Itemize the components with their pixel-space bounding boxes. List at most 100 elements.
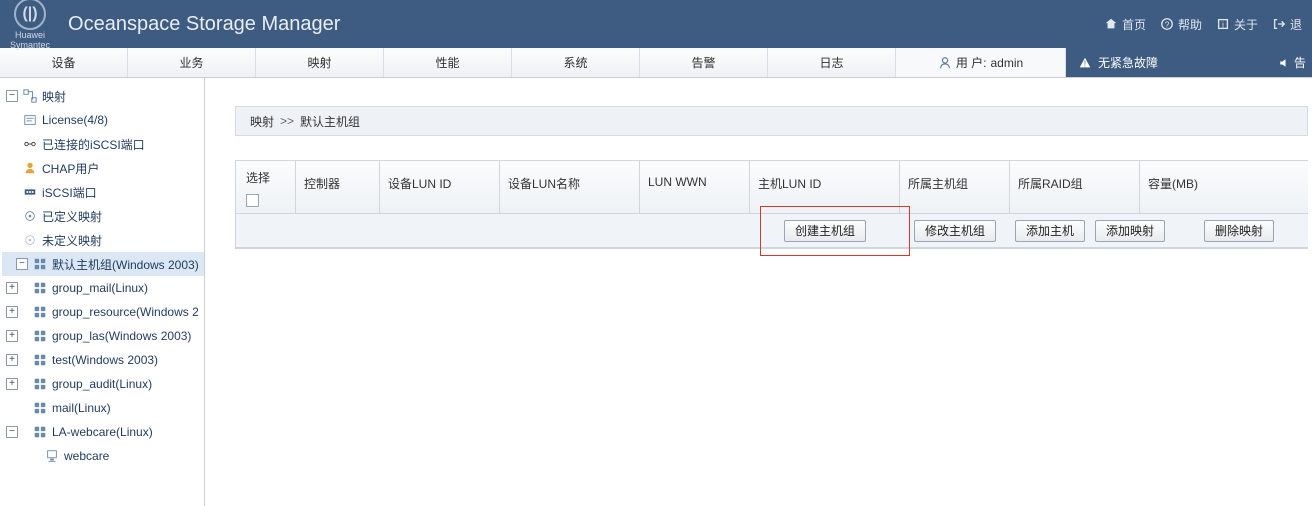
tree-icon <box>22 88 38 104</box>
col-select-label: 选择 <box>246 169 270 186</box>
map-defined-icon <box>22 208 38 224</box>
menu-performance[interactable]: 性能 <box>384 48 512 77</box>
col-lun-wwn[interactable]: LUN WWN <box>640 161 750 213</box>
menu-alert-sound[interactable]: 告 <box>1272 48 1312 77</box>
tree-item-iscsi-port[interactable]: iSCSI端口 <box>2 180 204 204</box>
nav-logout-label: 退 <box>1290 16 1302 33</box>
tree-item-license[interactable]: License(4/8) <box>2 108 204 132</box>
menu-user[interactable]: 用 户:admin <box>896 48 1066 77</box>
expand-blank <box>6 402 18 414</box>
nav-home-label: 首页 <box>1122 16 1146 33</box>
collapse-icon[interactable]: − <box>6 90 18 102</box>
table-action-row: 创建主机组 修改主机组 添加主机 添加映射 删除映射 <box>236 214 1308 248</box>
hostgroup-icon <box>32 328 48 344</box>
nav-tree: − 映射 License(4/8) 已连接的iSCSI端口 CHAP用户 iSC… <box>0 78 204 474</box>
tree-label: 已定义映射 <box>42 208 102 225</box>
hostgroup-icon <box>32 352 48 368</box>
user-icon <box>938 56 952 70</box>
menu-log[interactable]: 日志 <box>768 48 896 77</box>
breadcrumb-root[interactable]: 映射 <box>250 113 274 130</box>
user-prefix: 用 户: <box>956 54 987 71</box>
tree-item-defined-map[interactable]: 已定义映射 <box>2 204 204 228</box>
col-dev-lun-name[interactable]: 设备LUN名称 <box>500 161 640 213</box>
tree-group-resource[interactable]: + group_resource(Windows 2 <box>2 300 204 324</box>
hostgroup-icon <box>32 256 48 272</box>
alert-text: 无紧急故障 <box>1098 54 1158 71</box>
tree-group-mail2[interactable]: mail(Linux) <box>2 396 204 420</box>
menu-system[interactable]: 系统 <box>512 48 640 77</box>
help-icon: ? <box>1160 17 1174 31</box>
hostgroup-icon <box>32 304 48 320</box>
port-icon <box>22 184 38 200</box>
tree-host-webcare[interactable]: webcare <box>2 444 204 468</box>
tree-label: iSCSI端口 <box>42 184 97 201</box>
nav-about-label: 关于 <box>1234 16 1258 33</box>
tree-label: test(Windows 2003) <box>52 353 158 367</box>
user-name: admin <box>990 56 1023 70</box>
tree-group-las[interactable]: + group_las(Windows 2003) <box>2 324 204 348</box>
tree-group-mail[interactable]: + group_mail(Linux) <box>2 276 204 300</box>
nav-help-label: 帮助 <box>1178 16 1202 33</box>
menu-mapping[interactable]: 映射 <box>256 48 384 77</box>
nav-help[interactable]: ? 帮助 <box>1160 16 1202 33</box>
expand-icon[interactable]: + <box>6 378 18 390</box>
col-controller[interactable]: 控制器 <box>296 161 380 213</box>
tree-group-webcare[interactable]: − LA-webcare(Linux) <box>2 420 204 444</box>
sound-icon <box>1278 57 1290 69</box>
brand-logo: (|) HuaweiSymantec <box>10 0 50 50</box>
tree-group-default[interactable]: − 默认主机组(Windows 2003) <box>2 252 204 276</box>
tree-root-mapping[interactable]: − 映射 <box>2 84 204 108</box>
svg-text:i: i <box>1222 21 1224 30</box>
tree-label: LA-webcare(Linux) <box>52 425 153 439</box>
add-host-button[interactable]: 添加主机 <box>1015 220 1085 242</box>
main-area: − 映射 License(4/8) 已连接的iSCSI端口 CHAP用户 iSC… <box>0 78 1312 506</box>
col-capacity[interactable]: 容量(MB) <box>1140 161 1308 213</box>
tree-group-test[interactable]: + test(Windows 2003) <box>2 348 204 372</box>
col-raid-group[interactable]: 所属RAID组 <box>1010 161 1140 213</box>
tree-label: mail(Linux) <box>52 401 111 415</box>
alert2-text: 告 <box>1294 54 1306 71</box>
expand-icon[interactable]: + <box>6 282 18 294</box>
hostgroup-icon <box>32 376 48 392</box>
tree-root-label: 映射 <box>42 88 66 105</box>
lun-table: 选择 控制器 设备LUN ID 设备LUN名称 LUN WWN 主机LUN ID… <box>235 160 1308 249</box>
tree-label: License(4/8) <box>42 113 108 127</box>
tree-label: group_audit(Linux) <box>52 377 152 391</box>
nav-about[interactable]: i 关于 <box>1216 16 1258 33</box>
logo-icon: (|) <box>14 0 46 30</box>
collapse-icon[interactable]: − <box>16 258 28 270</box>
menu-alarm[interactable]: 告警 <box>640 48 768 77</box>
menu-alert-status[interactable]: ! 无紧急故障 <box>1066 48 1272 77</box>
col-dev-lun-id[interactable]: 设备LUN ID <box>380 161 500 213</box>
expand-icon[interactable]: + <box>6 354 18 366</box>
hostgroup-icon <box>32 424 48 440</box>
create-hostgroup-button[interactable]: 创建主机组 <box>784 220 866 242</box>
tree-group-audit[interactable]: + group_audit(Linux) <box>2 372 204 396</box>
delete-mapping-button[interactable]: 删除映射 <box>1204 220 1274 242</box>
modify-hostgroup-button[interactable]: 修改主机组 <box>914 220 996 242</box>
menu-device[interactable]: 设备 <box>0 48 128 77</box>
menu-business[interactable]: 业务 <box>128 48 256 77</box>
breadcrumb-sep: >> <box>280 114 294 128</box>
tree-item-undefined-map[interactable]: 未定义映射 <box>2 228 204 252</box>
app-header: (|) HuaweiSymantec Oceanspace Storage Ma… <box>0 0 1312 48</box>
hostgroup-icon <box>32 280 48 296</box>
tree-item-iscsi-connected[interactable]: 已连接的iSCSI端口 <box>2 132 204 156</box>
tree-item-chap-user[interactable]: CHAP用户 <box>2 156 204 180</box>
tree-label: group_mail(Linux) <box>52 281 148 295</box>
col-host-lun-id[interactable]: 主机LUN ID <box>750 161 900 213</box>
table-header-row: 选择 控制器 设备LUN ID 设备LUN名称 LUN WWN 主机LUN ID… <box>236 161 1308 214</box>
tree-label: group_resource(Windows 2 <box>52 305 199 319</box>
nav-logout[interactable]: 退 <box>1272 16 1302 33</box>
breadcrumb-current: 默认主机组 <box>300 113 360 130</box>
tree-label: 未定义映射 <box>42 232 102 249</box>
col-host-group[interactable]: 所属主机组 <box>900 161 1010 213</box>
nav-home[interactable]: 首页 <box>1104 16 1146 33</box>
collapse-icon[interactable]: − <box>6 426 18 438</box>
expand-icon[interactable]: + <box>6 330 18 342</box>
expand-icon[interactable]: + <box>6 306 18 318</box>
add-mapping-button[interactable]: 添加映射 <box>1095 220 1165 242</box>
select-all-checkbox[interactable] <box>246 194 259 207</box>
tree-label: 已连接的iSCSI端口 <box>42 136 145 153</box>
host-icon <box>44 448 60 464</box>
